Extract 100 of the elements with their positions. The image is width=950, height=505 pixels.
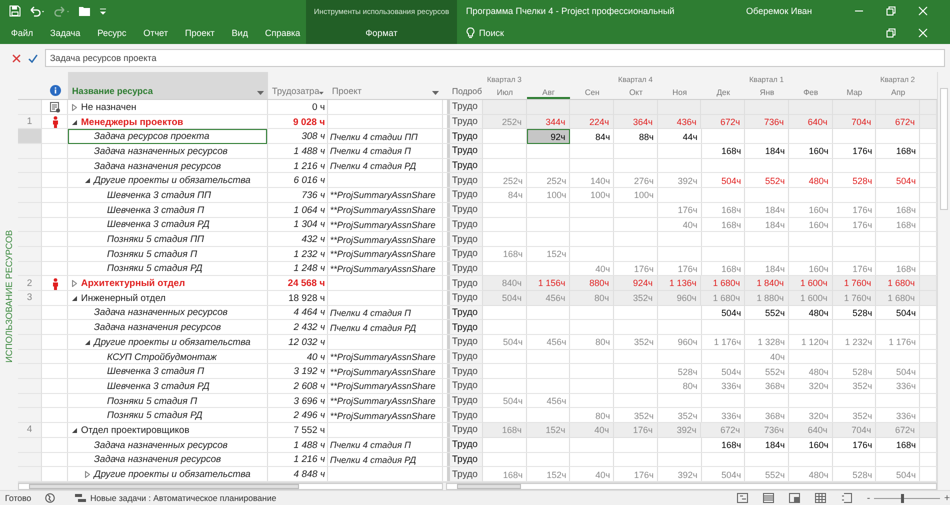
undo-icon[interactable] [28,5,46,17]
ribbon-tab[interactable]: Файл [11,28,34,38]
work-cell-text: 352ч [676,410,698,423]
gantt-view-icon[interactable] [736,493,748,503]
expanded-arrow-icon[interactable] [85,178,90,184]
row-header-cell[interactable] [18,129,42,144]
month-header[interactable]: Фев [788,86,833,99]
task-mode-text[interactable]: Новые задачи : Автоматическое планирование [90,493,276,503]
entry-field[interactable]: Задача ресурсов проекта [45,49,945,67]
column-header[interactable]: Проект [328,72,443,99]
row-header-cell[interactable] [18,335,42,350]
work-cell-text: 184ч [764,439,786,452]
row-header-cell[interactable] [18,364,42,380]
close-icon[interactable] [918,6,928,16]
usage-view-icon[interactable] [788,493,800,503]
work-cell: 1 600ч [788,290,832,306]
ribbon-tab[interactable]: Формат [366,28,398,38]
zoom-out-button[interactable]: - [866,492,870,504]
month-header[interactable]: Янв [745,86,789,99]
work-cell-text: 480ч [808,306,830,320]
work-value: 308 ч [302,131,325,142]
row-header-cell[interactable] [18,379,42,394]
project-name: Пчелки 4 стадии ПП [330,132,418,142]
redo-icon[interactable] [53,5,71,17]
work-cell-text: 276ч [633,174,655,188]
row-number[interactable]: 3 [18,290,42,306]
row-number[interactable]: 1 [18,114,42,130]
row-number[interactable]: 4 [18,423,42,438]
row-number[interactable]: 2 [18,276,42,291]
row-header-cell[interactable] [18,438,42,452]
sheet-view-icon[interactable] [762,493,774,503]
ribbon-tab[interactable]: Вид [232,28,248,38]
row-header-cell[interactable] [18,408,42,424]
work-cell: 436ч [658,114,702,130]
row-header-cell[interactable] [18,467,42,482]
project-name: **ProjSummaryAssnShare [330,352,436,362]
column-header[interactable]: Название ресурса [68,72,268,99]
row-header-cell[interactable] [18,218,42,232]
scrollbar[interactable] [937,72,950,490]
row-header-cell[interactable] [18,262,42,276]
ribbon-tab[interactable]: Справка [264,28,300,38]
globe-icon[interactable] [45,493,56,503]
timeline-view-icon[interactable] [840,493,852,503]
row-header-cell[interactable] [18,144,42,159]
expanded-arrow-icon[interactable] [85,340,90,345]
scrollbar[interactable] [18,482,443,490]
task-mode-icon[interactable] [75,494,88,502]
dropdown-icon[interactable] [319,91,324,96]
check-icon[interactable] [28,54,38,62]
ribbon-tab[interactable]: Ресурс [97,28,126,38]
work-cell-text: 456ч [546,395,568,408]
folder-icon[interactable] [78,5,92,17]
month-header[interactable]: Мар [832,86,876,99]
restore-icon[interactable] [886,28,896,38]
zoom-in-button[interactable]: + [944,492,950,504]
dropdown-icon[interactable] [432,91,439,96]
close-icon[interactable] [918,28,928,38]
row-header-cell[interactable] [18,452,42,468]
month-header[interactable]: Июл [483,86,527,99]
expanded-arrow-icon[interactable] [72,296,77,301]
row-header-cell[interactable] [18,158,42,174]
row-header-cell[interactable] [18,232,42,247]
ribbon-tab[interactable]: Проект [185,28,215,38]
search-field[interactable]: Поиск [479,28,504,38]
work-value: 1 304 ч [294,219,325,230]
row-header-cell[interactable] [18,350,42,364]
save-icon[interactable] [9,5,21,17]
scrollbar[interactable] [446,482,937,490]
month-header[interactable]: Окт [614,86,658,99]
dropdown-icon[interactable] [257,91,264,96]
expanded-arrow-icon[interactable] [72,428,77,433]
row-header-cell[interactable] [18,202,42,218]
row-header-cell[interactable] [18,306,42,320]
month-header[interactable]: Сен [570,86,614,99]
cancel-icon[interactable] [12,54,21,62]
row-header-cell[interactable] [18,394,42,408]
collapsed-arrow-icon[interactable] [72,104,77,111]
collapsed-arrow-icon[interactable] [72,280,77,288]
row-header-cell[interactable] [18,246,42,262]
ribbon-tab[interactable]: Задача [50,28,80,38]
user-name[interactable]: Оберемок Иван [746,6,812,16]
expanded-arrow-icon[interactable] [72,120,77,125]
work-cell: 960ч [658,290,702,306]
work-cell-text: 504ч [502,395,524,408]
row-header-cell[interactable] [18,173,42,188]
month-header[interactable]: Дек [701,86,746,99]
row-header-cell[interactable] [18,100,42,115]
work-cell-text: 40ч [594,468,612,482]
month-header[interactable]: Ноя [658,86,702,99]
column-header[interactable]: Трудозатра [268,72,328,99]
month-header[interactable]: Апр [876,86,920,99]
restore-icon[interactable] [886,6,896,16]
row-header-cell[interactable] [18,188,42,203]
zoom-slider[interactable] [901,494,904,502]
row-header-cell[interactable] [18,320,42,335]
work-cell: 1 760ч [832,276,876,291]
collapsed-arrow-icon[interactable] [85,471,90,478]
work-cell: 672ч [876,423,920,438]
grid-view-icon[interactable] [814,493,826,503]
ribbon-tab[interactable]: Отчет [143,28,168,38]
